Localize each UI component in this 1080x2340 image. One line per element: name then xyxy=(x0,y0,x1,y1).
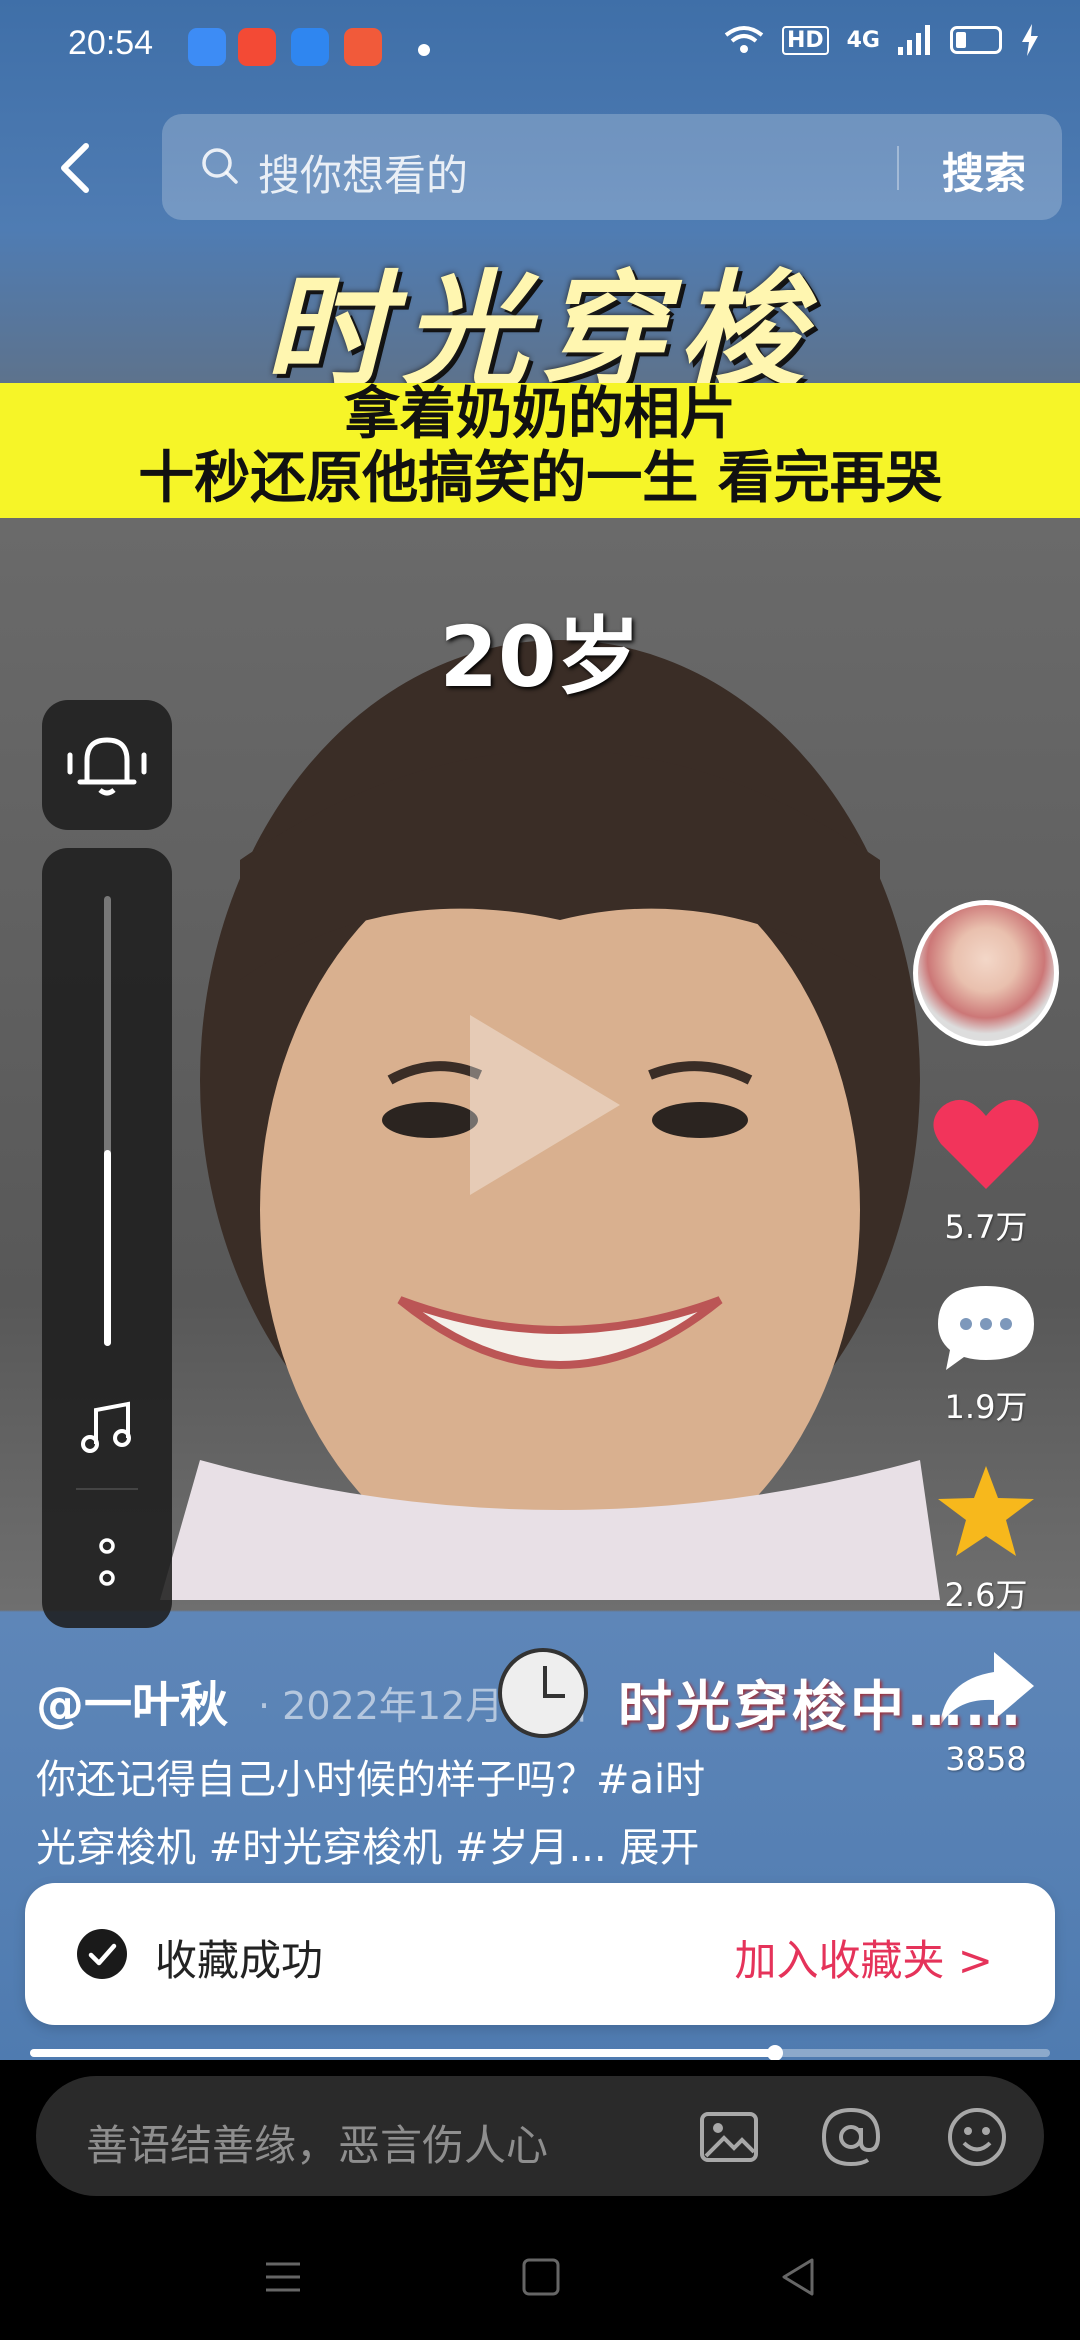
volume-panel xyxy=(42,848,172,1628)
age-caption: 20岁 xyxy=(439,608,641,706)
top-search-bar: 搜你想看的 搜索 xyxy=(0,110,1080,230)
search-input[interactable]: 搜你想看的 xyxy=(258,142,468,203)
files-icon xyxy=(291,28,329,66)
music-note-icon[interactable] xyxy=(76,1396,138,1458)
battery-icon xyxy=(950,26,1002,54)
favorite-toast: 收藏成功 加入收藏夹 > xyxy=(25,1883,1055,2025)
comment-count: 1.9万 xyxy=(944,1388,1028,1426)
overlay-caption: 时光穿梭中…… xyxy=(618,1675,1024,1738)
progress-knob[interactable] xyxy=(766,2045,783,2060)
signal-icon xyxy=(898,25,930,55)
network-label: 4G xyxy=(846,27,880,53)
system-nav-bar xyxy=(0,2220,1080,2340)
ring-button[interactable] xyxy=(42,700,172,830)
author-avatar[interactable] xyxy=(913,900,1059,1046)
search-divider xyxy=(897,146,899,190)
comment-bar: 善语结善缘，恶言伤人心 xyxy=(36,2076,1044,2196)
like-count: 5.7万 xyxy=(944,1208,1028,1246)
check-icon xyxy=(77,1929,127,1979)
search-box[interactable]: 搜你想看的 搜索 xyxy=(162,114,1062,220)
clock-sticker-icon xyxy=(498,1648,588,1738)
charging-icon xyxy=(1022,24,1038,56)
status-time: 20:54 xyxy=(68,24,154,62)
video-player[interactable]: 20:54 HD 4G 搜你想看的 搜索 时光穿梭 拿着奶奶的相片 十秒还原他搞… xyxy=(0,0,1080,2060)
comment-input[interactable]: 善语结善缘，恶言伤人心 xyxy=(86,2112,548,2173)
author-name[interactable]: @一叶秋 xyxy=(36,1665,228,1735)
more-options-icon[interactable] xyxy=(92,1534,122,1594)
browser-icon xyxy=(188,28,226,66)
volume-level xyxy=(104,1150,111,1346)
back-arrow-icon[interactable] xyxy=(48,138,108,198)
banner-line-2: 十秒还原他搞笑的一生 看完再哭 xyxy=(138,446,942,511)
like-heart-icon[interactable] xyxy=(931,1094,1041,1194)
hd-badge: HD xyxy=(781,25,829,55)
video-banner: 拿着奶奶的相片 十秒还原他搞笑的一生 看完再哭 xyxy=(0,383,1080,518)
toast-message: 收藏成功 xyxy=(155,1936,324,1985)
desc-line-1: 你还记得自己小时候的样子吗？#ai时 xyxy=(36,1757,706,1803)
mention-icon[interactable] xyxy=(820,2106,882,2168)
emoji-icon[interactable] xyxy=(946,2106,1008,2168)
side-control-panel xyxy=(42,700,172,1628)
share-count: 3858 xyxy=(945,1740,1027,1778)
wifi-icon xyxy=(724,26,764,53)
panel-divider xyxy=(76,1488,138,1490)
status-bar: 20:54 HD 4G xyxy=(0,0,1080,100)
video-app-icon xyxy=(238,28,276,66)
progress-fill xyxy=(30,2049,775,2057)
back-nav-icon[interactable] xyxy=(778,2256,820,2298)
play-icon[interactable] xyxy=(460,1005,630,1205)
photos-app-icon xyxy=(344,28,382,66)
banner-line-1: 拿着奶奶的相片 xyxy=(344,382,736,447)
action-column: 5.7万 1.9万 2.6万 3858 xyxy=(906,900,1066,1778)
search-icon xyxy=(202,148,238,184)
favorite-count: 2.6万 xyxy=(944,1576,1028,1614)
search-button[interactable]: 搜索 xyxy=(942,140,1026,201)
image-icon[interactable] xyxy=(698,2106,760,2168)
home-icon[interactable] xyxy=(520,2256,562,2298)
comment-bubble-icon[interactable] xyxy=(934,1282,1038,1374)
expand-button[interactable]: 展开 xyxy=(619,1825,699,1871)
favorite-star-icon[interactable] xyxy=(934,1462,1038,1562)
menu-icon[interactable] xyxy=(262,2256,304,2298)
post-description: 你还记得自己小时候的样子吗？#ai时 光穿梭机 #时光穿梭机 #岁月... 展开 xyxy=(36,1746,796,1882)
video-progress-bar[interactable] xyxy=(30,2045,1050,2060)
desc-line-2: 光穿梭机 #时光穿梭机 #岁月... xyxy=(36,1825,607,1871)
notification-dot-icon xyxy=(418,44,430,56)
add-to-folder-link[interactable]: 加入收藏夹 > xyxy=(734,1927,993,1988)
bell-ring-icon xyxy=(67,737,147,796)
